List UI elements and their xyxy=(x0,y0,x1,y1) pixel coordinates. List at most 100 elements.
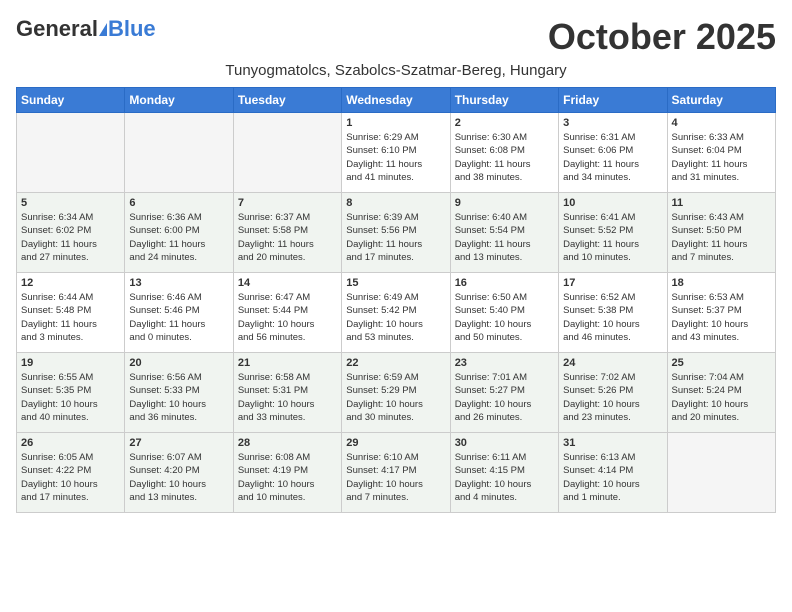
header-cell-sunday: Sunday xyxy=(17,88,125,113)
month-title-area: October 2025 xyxy=(548,16,776,58)
calendar-cell: 2Sunrise: 6:30 AMSunset: 6:08 PMDaylight… xyxy=(450,113,558,193)
day-info: Sunrise: 6:59 AMSunset: 5:29 PMDaylight:… xyxy=(346,371,445,424)
day-info: Sunrise: 6:08 AMSunset: 4:19 PMDaylight:… xyxy=(238,451,337,504)
calendar-cell: 30Sunrise: 6:11 AMSunset: 4:15 PMDayligh… xyxy=(450,433,558,513)
day-info: Sunrise: 6:46 AMSunset: 5:46 PMDaylight:… xyxy=(129,291,228,344)
calendar-cell: 29Sunrise: 6:10 AMSunset: 4:17 PMDayligh… xyxy=(342,433,450,513)
calendar-week-row: 1Sunrise: 6:29 AMSunset: 6:10 PMDaylight… xyxy=(17,113,776,193)
calendar-week-row: 19 Sunrise: 6:55 AMSunset: 5:35 PMDayligh… xyxy=(17,353,776,433)
calendar-cell: 19 Sunrise: 6:55 AMSunset: 5:35 PMDayligh… xyxy=(17,353,125,433)
calendar-cell: 21Sunrise: 6:58 AMSunset: 5:31 PMDayligh… xyxy=(233,353,341,433)
day-info: Sunrise: 6:33 AMSunset: 6:04 PMDaylight:… xyxy=(672,131,771,184)
calendar-cell: 20Sunrise: 6:56 AMSunset: 5:33 PMDayligh… xyxy=(125,353,233,433)
day-number: 20 xyxy=(129,357,228,369)
header: General Blue October 2025 xyxy=(16,16,776,58)
day-info: Sunrise: 6:13 AMSunset: 4:14 PMDaylight:… xyxy=(563,451,662,504)
day-number: 9 xyxy=(455,197,554,209)
calendar-cell: 22 Sunrise: 6:59 AMSunset: 5:29 PMDayligh… xyxy=(342,353,450,433)
calendar-week-row: 5 Sunrise: 6:34 AMSunset: 6:02 PMDaylight… xyxy=(17,193,776,273)
logo: General Blue xyxy=(16,16,156,42)
calendar-header-row: SundayMondayTuesdayWednesdayThursdayFrid… xyxy=(17,88,776,113)
logo-triangle-icon xyxy=(99,23,107,36)
day-info: Sunrise: 6:31 AMSunset: 6:06 PMDaylight:… xyxy=(563,131,662,184)
calendar-cell: 17Sunrise: 6:52 AMSunset: 5:38 PMDayligh… xyxy=(559,273,667,353)
calendar-table: SundayMondayTuesdayWednesdayThursdayFrid… xyxy=(16,87,776,513)
logo-area: General Blue xyxy=(16,16,156,42)
header-cell-saturday: Saturday xyxy=(667,88,775,113)
day-info: Sunrise: 6:05 AMSunset: 4:22 PMDaylight:… xyxy=(21,451,120,504)
day-number: 14 xyxy=(238,277,337,289)
day-info: Sunrise: 6:43 AMSunset: 5:50 PMDaylight:… xyxy=(672,211,771,264)
day-number: 17 xyxy=(563,277,662,289)
calendar-cell: 15 Sunrise: 6:49 AMSunset: 5:42 PMDayligh… xyxy=(342,273,450,353)
day-info: Sunrise: 6:41 AMSunset: 5:52 PMDaylight:… xyxy=(563,211,662,264)
day-number: 15 xyxy=(346,277,445,289)
day-number: 27 xyxy=(129,437,228,449)
day-number: 30 xyxy=(455,437,554,449)
location-title: Tunyogmatolcs, Szabolcs-Szatmar-Bereg, H… xyxy=(16,62,776,79)
day-info: Sunrise: 6:50 AMSunset: 5:40 PMDaylight:… xyxy=(455,291,554,344)
calendar-cell: 23 Sunrise: 7:01 AMSunset: 5:27 PMDayligh… xyxy=(450,353,558,433)
day-number: 4 xyxy=(672,117,771,129)
day-info: Sunrise: 6:53 AMSunset: 5:37 PMDaylight:… xyxy=(672,291,771,344)
day-info: Sunrise: 6:39 AMSunset: 5:56 PMDaylight:… xyxy=(346,211,445,264)
calendar-cell: 14Sunrise: 6:47 AMSunset: 5:44 PMDayligh… xyxy=(233,273,341,353)
day-number: 21 xyxy=(238,357,337,369)
day-number: 28 xyxy=(238,437,337,449)
day-info: Sunrise: 6:49 AMSunset: 5:42 PMDaylight:… xyxy=(346,291,445,344)
day-number: 16 xyxy=(455,277,554,289)
day-number: 5 xyxy=(21,197,120,209)
header-cell-tuesday: Tuesday xyxy=(233,88,341,113)
day-info: Sunrise: 6:37 AMSunset: 5:58 PMDaylight:… xyxy=(238,211,337,264)
day-info: Sunrise: 6:55 AMSunset: 5:35 PMDaylight:… xyxy=(21,371,120,424)
calendar-cell: 16 Sunrise: 6:50 AMSunset: 5:40 PMDayligh… xyxy=(450,273,558,353)
day-info: Sunrise: 7:01 AMSunset: 5:27 PMDaylight:… xyxy=(455,371,554,424)
calendar-cell: 18Sunrise: 6:53 AMSunset: 5:37 PMDayligh… xyxy=(667,273,775,353)
day-info: Sunrise: 7:04 AMSunset: 5:24 PMDaylight:… xyxy=(672,371,771,424)
day-info: Sunrise: 6:29 AMSunset: 6:10 PMDaylight:… xyxy=(346,131,445,184)
calendar-cell: 31 Sunrise: 6:13 AMSunset: 4:14 PMDayligh… xyxy=(559,433,667,513)
calendar-cell: 12 Sunrise: 6:44 AMSunset: 5:48 PMDayligh… xyxy=(17,273,125,353)
day-info: Sunrise: 6:30 AMSunset: 6:08 PMDaylight:… xyxy=(455,131,554,184)
logo-blue: Blue xyxy=(108,16,156,42)
calendar-week-row: 26 Sunrise: 6:05 AMSunset: 4:22 PMDayligh… xyxy=(17,433,776,513)
calendar-cell: 26 Sunrise: 6:05 AMSunset: 4:22 PMDayligh… xyxy=(17,433,125,513)
day-number: 23 xyxy=(455,357,554,369)
day-number: 26 xyxy=(21,437,120,449)
header-cell-monday: Monday xyxy=(125,88,233,113)
month-title: October 2025 xyxy=(548,16,776,58)
day-number: 12 xyxy=(21,277,120,289)
calendar-cell: 28 Sunrise: 6:08 AMSunset: 4:19 PMDayligh… xyxy=(233,433,341,513)
calendar-cell xyxy=(125,113,233,193)
day-number: 7 xyxy=(238,197,337,209)
calendar-cell xyxy=(233,113,341,193)
calendar-cell: 10 Sunrise: 6:41 AMSunset: 5:52 PMDayligh… xyxy=(559,193,667,273)
day-number: 22 xyxy=(346,357,445,369)
header-cell-thursday: Thursday xyxy=(450,88,558,113)
calendar-cell: 9Sunrise: 6:40 AMSunset: 5:54 PMDaylight… xyxy=(450,193,558,273)
calendar-cell xyxy=(667,433,775,513)
day-number: 19 xyxy=(21,357,120,369)
day-number: 6 xyxy=(129,197,228,209)
day-number: 3 xyxy=(563,117,662,129)
calendar-cell: 5 Sunrise: 6:34 AMSunset: 6:02 PMDaylight… xyxy=(17,193,125,273)
calendar-cell: 6 Sunrise: 6:36 AMSunset: 6:00 PMDaylight… xyxy=(125,193,233,273)
logo-general: General xyxy=(16,16,98,42)
day-info: Sunrise: 6:36 AMSunset: 6:00 PMDaylight:… xyxy=(129,211,228,264)
calendar-cell: 8 Sunrise: 6:39 AMSunset: 5:56 PMDaylight… xyxy=(342,193,450,273)
header-cell-wednesday: Wednesday xyxy=(342,88,450,113)
day-number: 25 xyxy=(672,357,771,369)
day-number: 11 xyxy=(672,197,771,209)
calendar-cell: 27Sunrise: 6:07 AMSunset: 4:20 PMDayligh… xyxy=(125,433,233,513)
day-number: 8 xyxy=(346,197,445,209)
header-cell-friday: Friday xyxy=(559,88,667,113)
day-number: 10 xyxy=(563,197,662,209)
day-info: Sunrise: 6:44 AMSunset: 5:48 PMDaylight:… xyxy=(21,291,120,344)
day-number: 29 xyxy=(346,437,445,449)
day-number: 13 xyxy=(129,277,228,289)
day-info: Sunrise: 7:02 AMSunset: 5:26 PMDaylight:… xyxy=(563,371,662,424)
calendar-cell: 7 Sunrise: 6:37 AMSunset: 5:58 PMDaylight… xyxy=(233,193,341,273)
calendar-cell: 13 Sunrise: 6:46 AMSunset: 5:46 PMDayligh… xyxy=(125,273,233,353)
day-info: Sunrise: 6:34 AMSunset: 6:02 PMDaylight:… xyxy=(21,211,120,264)
day-number: 31 xyxy=(563,437,662,449)
